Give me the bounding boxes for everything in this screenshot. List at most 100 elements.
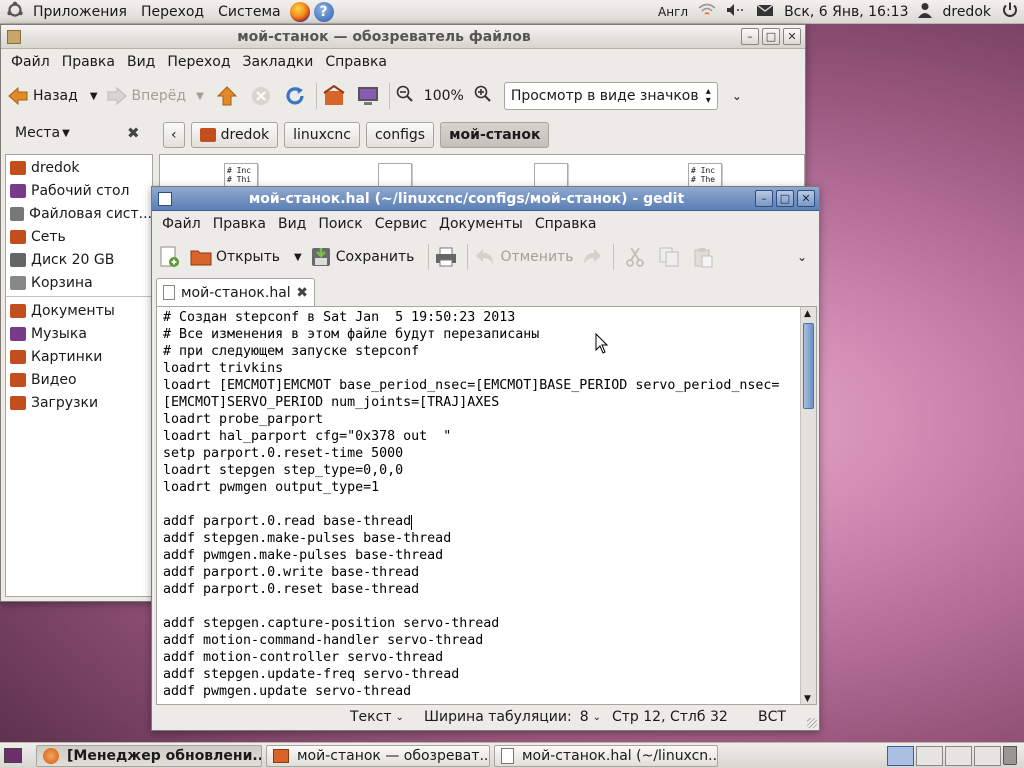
user-icon[interactable] (918, 2, 933, 22)
undo-button[interactable]: Отменить (474, 246, 573, 268)
sidebar-item[interactable]: Загрузки (6, 391, 152, 414)
toolbar-overflow-icon[interactable]: ⌄ (732, 89, 742, 103)
vertical-scrollbar[interactable]: ▲ ▼ (800, 307, 816, 704)
sidebar-item[interactable]: Корзина (6, 271, 152, 294)
path-segment-current[interactable]: мой-станок (440, 122, 550, 148)
view-mode-select[interactable]: Просмотр в виде значков ▴ ▾ (503, 82, 718, 110)
cut-icon[interactable] (624, 246, 646, 268)
show-desktop-icon[interactable] (4, 748, 22, 763)
forward-button[interactable]: Вперёд ▼ (106, 85, 204, 107)
menu-system[interactable]: Система (211, 0, 287, 24)
sidebar-item[interactable]: Картинки (6, 345, 152, 368)
sidebar-item[interactable]: Сеть (6, 225, 152, 248)
menu-documents[interactable]: Документы (433, 216, 529, 232)
close-sidebar-icon[interactable]: ✖ (127, 124, 140, 142)
document-tab[interactable]: мой-станок.hal ✖ (156, 278, 315, 306)
file-browser-titlebar[interactable]: мой-станок — обозреватель файлов – □ ✕ (1, 25, 805, 49)
taskbar-item[interactable]: мой-станок — обозреват... (266, 745, 490, 767)
menu-view[interactable]: Вид (121, 54, 161, 70)
up-arrow-icon[interactable] (216, 85, 238, 107)
back-button[interactable]: Назад ▼ (7, 85, 98, 107)
chevron-down-icon[interactable]: ▼ (196, 91, 204, 102)
toolbar-overflow-icon[interactable]: ⌄ (797, 250, 807, 264)
menu-edit[interactable]: Правка (56, 54, 121, 70)
reload-icon[interactable] (284, 85, 306, 107)
menu-tools[interactable]: Сервис (369, 216, 433, 232)
sidebar-item[interactable]: Файловая сист... (6, 202, 152, 225)
menu-view[interactable]: Вид (272, 216, 312, 232)
mail-icon[interactable] (756, 3, 774, 21)
firefox-icon[interactable] (289, 1, 310, 22)
disk-icon (10, 252, 26, 267)
resize-grip[interactable] (807, 718, 817, 728)
editor-content[interactable]: # Создан stepconf в Sat Jan 5 19:50:23 2… (157, 307, 816, 700)
volume-icon[interactable] (726, 3, 746, 21)
workspace-switcher[interactable] (887, 746, 1001, 766)
sidebar-item[interactable]: dredok (6, 156, 152, 179)
menu-help[interactable]: Справка (319, 54, 393, 70)
menu-places[interactable]: Переход (134, 0, 211, 24)
places-header[interactable]: Места ▼ (15, 125, 70, 141)
scroll-up-icon[interactable]: ▲ (804, 309, 811, 319)
paste-icon[interactable] (692, 246, 714, 268)
sidebar-item[interactable]: Диск 20 GB (6, 248, 152, 271)
menu-applications[interactable]: Приложения (26, 0, 134, 24)
gedit-titlebar[interactable]: мой-станок.hal (~/linuxcnc/configs/мой-с… (152, 187, 819, 211)
close-tab-icon[interactable]: ✖ (296, 285, 308, 301)
syntax-mode-select[interactable]: Текст ⌄ (350, 709, 404, 725)
minimize-button[interactable]: – (741, 28, 759, 45)
path-back-button[interactable]: ‹ (163, 122, 185, 148)
sidebar-item[interactable]: Видео (6, 368, 152, 391)
workspace-2[interactable] (916, 746, 943, 766)
save-button[interactable]: Сохранить (310, 246, 414, 268)
zoom-level[interactable]: 100% (424, 88, 464, 104)
keyboard-layout-indicator[interactable]: Англ (658, 5, 688, 19)
menu-help[interactable]: Справка (529, 216, 603, 232)
wifi-icon[interactable] (698, 3, 716, 21)
redo-icon[interactable] (581, 246, 603, 268)
close-button[interactable]: ✕ (783, 28, 801, 45)
ubuntu-logo-icon[interactable] (6, 1, 24, 23)
new-document-icon[interactable] (158, 246, 180, 268)
path-segment[interactable]: configs (365, 122, 435, 148)
sidebar-item[interactable]: Музыка (6, 322, 152, 345)
taskbar-item[interactable]: [Менеджер обновлени... (36, 745, 262, 767)
menu-edit[interactable]: Правка (207, 216, 272, 232)
trash-icon[interactable] (1003, 746, 1017, 765)
scroll-down-icon[interactable]: ▼ (804, 694, 811, 704)
maximize-button[interactable]: □ (762, 28, 780, 45)
workspace-3[interactable] (945, 746, 972, 766)
sidebar-item[interactable]: Рабочий стол (6, 179, 152, 202)
workspace-4[interactable] (974, 746, 1001, 766)
menu-search[interactable]: Поиск (312, 216, 368, 232)
menu-go[interactable]: Переход (161, 54, 236, 70)
maximize-button[interactable]: □ (776, 190, 794, 207)
text-editor[interactable]: # Создан stepconf в Sat Jan 5 19:50:23 2… (156, 306, 817, 705)
taskbar-item[interactable]: мой-станок.hal (~/linuxcn... (494, 745, 718, 767)
zoom-out-icon[interactable] (396, 85, 414, 107)
close-button[interactable]: ✕ (797, 190, 815, 207)
home-icon[interactable] (323, 84, 345, 107)
print-icon[interactable] (435, 246, 457, 268)
chevron-down-icon[interactable]: ▼ (90, 91, 98, 102)
menu-file[interactable]: Файл (156, 216, 207, 232)
scrollbar-thumb[interactable] (803, 323, 814, 409)
power-icon[interactable] (1001, 1, 1019, 23)
tab-width-select[interactable]: Ширина табуляции: 8 ⌄ (424, 709, 601, 725)
path-segment[interactable]: linuxcnc (284, 122, 360, 148)
sidebar-item[interactable]: Документы (6, 299, 152, 322)
chevron-down-icon[interactable]: ▼ (294, 252, 302, 263)
stop-icon[interactable] (250, 85, 272, 107)
clock[interactable]: Вск, 6 Янв, 16:13 (784, 4, 908, 20)
workspace-1[interactable] (887, 746, 914, 766)
user-name[interactable]: dredok (942, 4, 991, 20)
copy-icon[interactable] (658, 246, 680, 268)
computer-icon[interactable] (357, 85, 379, 107)
open-button[interactable]: Открыть ▼ (190, 246, 302, 268)
minimize-button[interactable]: – (755, 190, 773, 207)
zoom-in-icon[interactable] (474, 85, 492, 107)
menu-bookmarks[interactable]: Закладки (237, 54, 320, 70)
menu-file[interactable]: Файл (5, 54, 56, 70)
help-icon[interactable]: ? (313, 1, 334, 22)
path-segment-home[interactable]: dredok (190, 122, 279, 148)
